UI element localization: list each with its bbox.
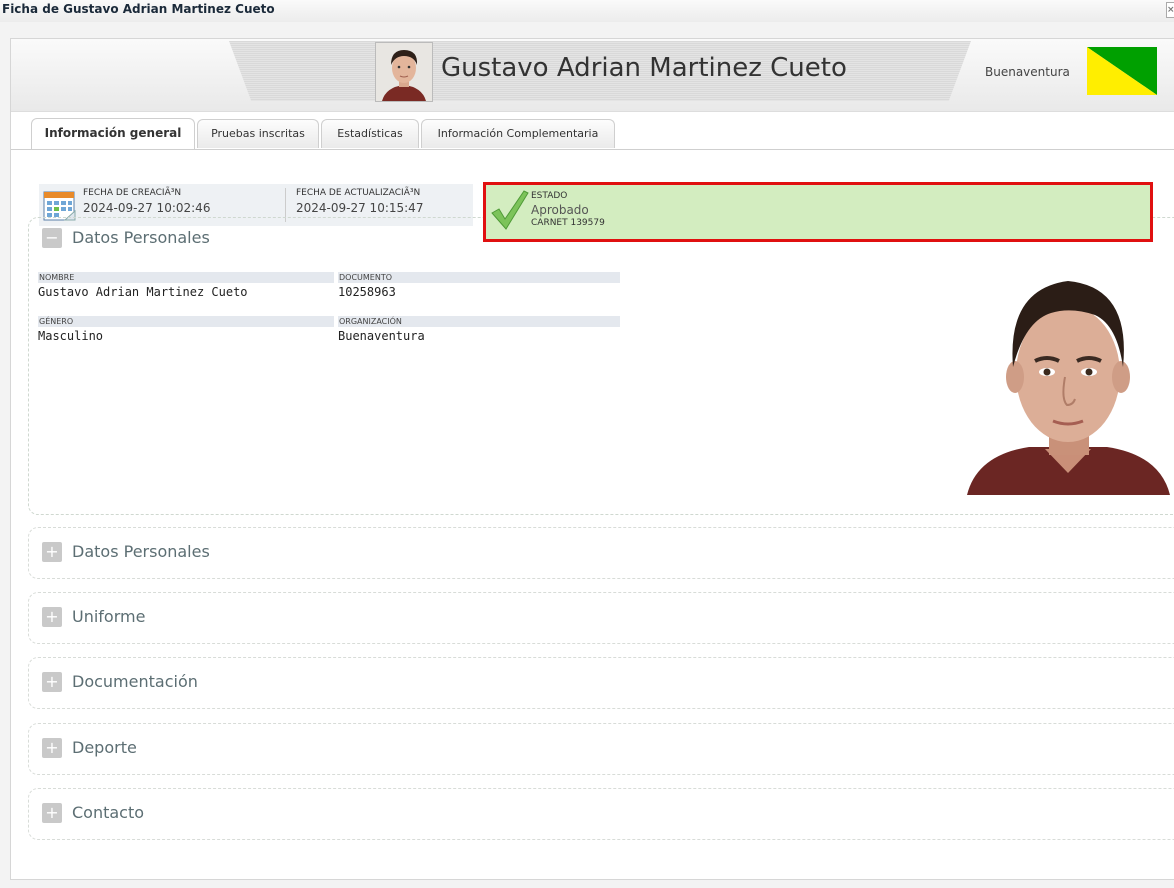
expand-icon[interactable]: + bbox=[42, 607, 62, 627]
section-title: Datos Personales bbox=[72, 228, 210, 247]
status-label: ESTADO bbox=[531, 191, 568, 201]
tab-estadisticas[interactable]: Estadísticas bbox=[321, 119, 419, 148]
section-contacto[interactable]: + Contacto bbox=[28, 788, 1174, 840]
expand-icon[interactable]: + bbox=[42, 738, 62, 758]
section-uniforme[interactable]: + Uniforme bbox=[28, 592, 1174, 644]
created-value: 2024-09-27 10:02:46 bbox=[83, 201, 211, 215]
section-title: Deporte bbox=[72, 738, 137, 757]
nombre-label: NOMBRE bbox=[38, 272, 334, 283]
section-title: Datos Personales bbox=[72, 542, 210, 561]
athlete-photo bbox=[967, 259, 1170, 495]
organizacion-label: ORGANIZACIÓN bbox=[338, 316, 620, 327]
window-titlebar: Ficha de Gustavo Adrian Martinez Cueto × bbox=[0, 0, 1174, 22]
tab-pruebas-inscritas[interactable]: Pruebas inscritas bbox=[197, 119, 319, 148]
section-datos-personales[interactable]: + Datos Personales bbox=[28, 527, 1174, 579]
tab-divider bbox=[11, 149, 1174, 150]
expand-icon[interactable]: + bbox=[42, 542, 62, 562]
header-athlete-name: Gustavo Adrian Martinez Cueto bbox=[441, 53, 847, 83]
close-icon[interactable]: × bbox=[1166, 2, 1174, 18]
section-title: Documentación bbox=[72, 672, 198, 691]
documento-value: 10258963 bbox=[338, 285, 396, 299]
nombre-value: Gustavo Adrian Martinez Cueto bbox=[38, 285, 248, 299]
header-organization: Buenaventura bbox=[985, 65, 1070, 79]
organizacion-value: Buenaventura bbox=[338, 329, 425, 343]
updated-value: 2024-09-27 10:15:47 bbox=[296, 201, 424, 215]
tab-informacion-general[interactable]: Información general bbox=[31, 118, 195, 150]
section-deporte[interactable]: + Deporte bbox=[28, 723, 1174, 775]
organization-flag-icon bbox=[1087, 47, 1157, 95]
genero-label: GÉNERO bbox=[38, 316, 334, 327]
tab-bar: Información general Pruebas inscritas Es… bbox=[31, 118, 1171, 150]
status-value: Aprobado bbox=[531, 203, 589, 217]
updated-label: FECHA DE ACTUALIZACIÃ³N bbox=[296, 188, 421, 198]
section-title: Uniforme bbox=[72, 607, 146, 626]
genero-value: Masculino bbox=[38, 329, 104, 343]
expand-icon[interactable]: + bbox=[42, 672, 62, 692]
collapse-icon[interactable]: − bbox=[42, 228, 62, 248]
tab-informacion-complementaria[interactable]: Información Complementaria bbox=[421, 119, 615, 148]
window-title: Ficha de Gustavo Adrian Martinez Cueto bbox=[2, 2, 275, 16]
carnet-number: CARNET 139579 bbox=[531, 218, 605, 228]
section-documentacion[interactable]: + Documentación bbox=[28, 657, 1174, 709]
status-card: ESTADO Aprobado CARNET 139579 bbox=[483, 182, 1153, 242]
checkmark-icon bbox=[490, 189, 530, 233]
expand-icon[interactable]: + bbox=[42, 803, 62, 823]
created-label: FECHA DE CREACIÃ³N bbox=[83, 188, 182, 198]
profile-header: Gustavo Adrian Martinez Cueto Buenaventu… bbox=[11, 39, 1174, 112]
header-avatar bbox=[375, 42, 433, 102]
profile-panel: Gustavo Adrian Martinez Cueto Buenaventu… bbox=[10, 38, 1174, 880]
section-title: Contacto bbox=[72, 803, 145, 822]
documento-label: DOCUMENTO bbox=[338, 272, 620, 283]
